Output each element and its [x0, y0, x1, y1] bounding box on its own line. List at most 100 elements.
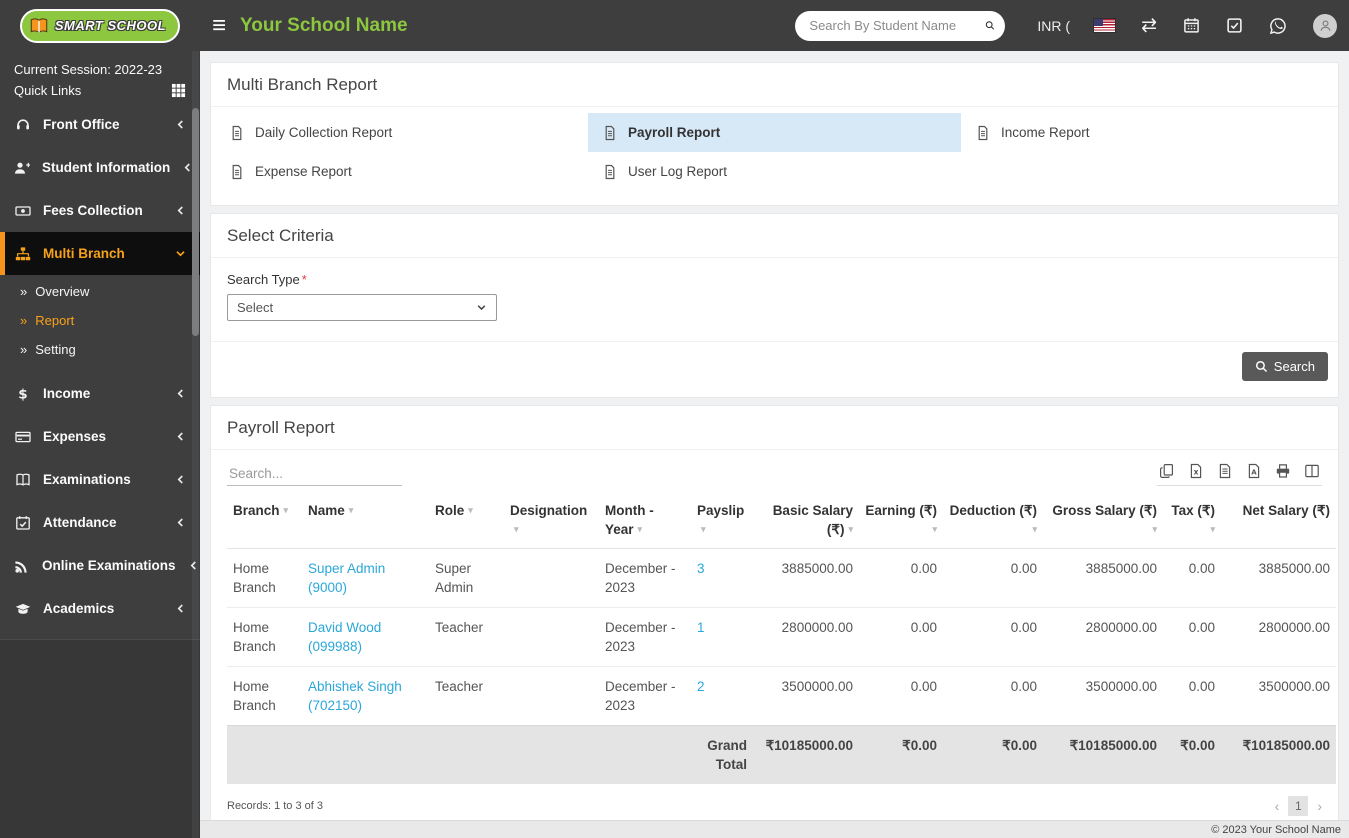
sort-icon: ▾: [701, 520, 706, 539]
name-link[interactable]: David Wood (099988): [308, 620, 381, 654]
user-avatar[interactable]: [1313, 14, 1337, 38]
select-criteria-title: Select Criteria: [211, 214, 1338, 258]
csv-icon[interactable]: [1217, 463, 1233, 479]
grand-total-value: ₹10185000.00: [753, 726, 859, 785]
name-link[interactable]: Super Admin (9000): [308, 561, 385, 595]
pagination-page-1[interactable]: 1: [1288, 796, 1308, 816]
print-icon[interactable]: [1275, 463, 1291, 479]
search-type-select[interactable]: Select: [227, 294, 497, 321]
sidebar-item-fees-collection[interactable]: Fees Collection: [0, 189, 200, 232]
column-header-branch[interactable]: Branch▾: [227, 492, 302, 549]
report-link-user-log-report[interactable]: User Log Report: [588, 152, 961, 191]
name-link[interactable]: Abhishek Singh (702150): [308, 679, 402, 713]
current-session-label: Current Session: 2022-23: [14, 59, 186, 80]
grand-total-row: Grand Total₹10185000.00₹0.00₹0.00₹101850…: [227, 726, 1336, 785]
sidebar-subitem-report[interactable]: »Report: [0, 306, 200, 335]
table-search-input[interactable]: [227, 462, 402, 486]
sidebar-subitem-label: Overview: [35, 284, 89, 299]
credit-card-icon: [14, 429, 31, 445]
column-header-tax[interactable]: Tax (₹)▾: [1163, 492, 1221, 549]
report-link-payroll-report[interactable]: Payroll Report: [588, 113, 961, 152]
copy-icon[interactable]: [1159, 463, 1175, 479]
svg-text:$: $: [18, 386, 27, 401]
logo-area[interactable]: SMART SCHOOL: [0, 9, 200, 43]
pagination-prev-icon[interactable]: ‹: [1275, 798, 1280, 814]
top-navbar: SMART SCHOOL ≡ Your School Name INR ( ⇄: [0, 0, 1349, 51]
sidebar-subitem-overview[interactable]: » Overview: [0, 277, 200, 306]
language-flag-icon[interactable]: [1094, 19, 1115, 32]
search-icon[interactable]: [985, 18, 995, 33]
column-header-gross-salary[interactable]: Gross Salary (₹)▾: [1043, 492, 1163, 549]
sort-icon: ▾: [932, 520, 937, 539]
chevron-down-icon: [476, 302, 487, 313]
payroll-report-title: Payroll Report: [211, 406, 1338, 450]
sidebar-item-label: Expenses: [43, 429, 163, 444]
headset-icon: [14, 117, 31, 133]
sidebar-item-student-information[interactable]: Student Information: [0, 146, 200, 189]
sort-icon: ▾: [284, 501, 289, 520]
main-content: Multi Branch Report Daily Collection Rep…: [200, 51, 1349, 838]
sort-icon: ▾: [1032, 520, 1037, 539]
cell-month-year: December - 2023: [599, 608, 691, 667]
search-type-label: Search Type*: [227, 272, 1322, 287]
angle-double-right-icon: »: [20, 284, 27, 299]
cell-net-salary: 3500000.00: [1221, 667, 1336, 726]
payslip-link[interactable]: 1: [697, 620, 705, 635]
table-row: Home BranchAbhishek Singh (702150)Teache…: [227, 667, 1336, 726]
payroll-table-body: Home BranchSuper Admin (9000)Super Admin…: [227, 549, 1336, 785]
excel-icon[interactable]: x: [1188, 463, 1204, 479]
sidebar-subitem-setting[interactable]: »Setting: [0, 335, 200, 364]
column-header-payslip[interactable]: Payslip▾: [691, 492, 753, 549]
calendar-icon[interactable]: [1183, 17, 1200, 34]
column-header-month-year[interactable]: Month - Year▾: [599, 492, 691, 549]
report-link-daily-collection-report[interactable]: Daily Collection Report: [215, 113, 588, 152]
cell-role: Teacher: [429, 608, 504, 667]
hamburger-menu-icon[interactable]: ≡: [212, 14, 226, 38]
sort-icon: ▾: [1152, 520, 1157, 539]
sidebar-item-lesson-plan[interactable]: Lesson Plan: [0, 630, 200, 639]
cell-earning: 0.00: [859, 549, 943, 608]
report-link-label: Expense Report: [255, 164, 352, 179]
cell-name: David Wood (099988): [302, 608, 429, 667]
module-switch-icon[interactable]: ⇄: [1141, 16, 1157, 35]
report-link-expense-report[interactable]: Expense Report: [215, 152, 588, 191]
column-header-role[interactable]: Role▾: [429, 492, 504, 549]
report-link-label: User Log Report: [628, 164, 727, 179]
sidebar-item-attendance[interactable]: Attendance: [0, 501, 200, 544]
chevron-left-icon: [175, 474, 186, 485]
whatsapp-icon[interactable]: [1269, 17, 1287, 35]
book-logo-icon: [28, 17, 50, 35]
quick-links-label: Quick Links: [14, 83, 81, 98]
sidebar-item-online-examinations[interactable]: Online Examinations: [0, 544, 200, 587]
payslip-link[interactable]: 2: [697, 679, 705, 694]
sidebar-item-income[interactable]: $Income: [0, 372, 200, 415]
column-header-deduction[interactable]: Deduction (₹)▾: [943, 492, 1043, 549]
column-header-net-salary[interactable]: Net Salary (₹): [1221, 492, 1336, 549]
student-search-input[interactable]: [809, 18, 985, 33]
sidebar-scrollbar-thumb[interactable]: [192, 108, 199, 336]
column-header-designation[interactable]: Designation▾: [504, 492, 599, 549]
pdf-icon[interactable]: A: [1246, 463, 1262, 479]
file-icon: [229, 164, 245, 180]
report-link-label: Income Report: [1001, 125, 1090, 140]
pagination-next-icon[interactable]: ›: [1317, 798, 1322, 814]
sidebar-item-multi-branch[interactable]: Multi Branch: [0, 232, 200, 275]
sidebar-item-expenses[interactable]: Expenses: [0, 415, 200, 458]
column-header-name[interactable]: Name▾: [302, 492, 429, 549]
quick-links-grid-icon[interactable]: [171, 83, 186, 98]
search-button[interactable]: Search: [1242, 352, 1328, 381]
payslip-link[interactable]: 3: [697, 561, 705, 576]
todo-check-icon[interactable]: [1226, 17, 1243, 34]
sidebar-item-examinations[interactable]: Examinations: [0, 458, 200, 501]
sidebar-item-academics[interactable]: Academics: [0, 587, 200, 630]
footer: © 2023 Your School Name: [200, 820, 1349, 838]
column-header-basic-salary[interactable]: Basic Salary (₹)▾: [753, 492, 859, 549]
sidebar-item-label: Online Examinations: [42, 558, 176, 573]
report-link-income-report[interactable]: Income Report: [961, 113, 1334, 152]
columns-icon[interactable]: [1304, 463, 1320, 479]
search-type-selected-value: Select: [237, 300, 273, 315]
column-header-earning[interactable]: Earning (₹)▾: [859, 492, 943, 549]
sidebar-item-label: Academics: [43, 601, 163, 616]
sidebar-item-front-office[interactable]: Front Office: [0, 103, 200, 146]
currency-selector[interactable]: INR (: [1037, 18, 1070, 34]
